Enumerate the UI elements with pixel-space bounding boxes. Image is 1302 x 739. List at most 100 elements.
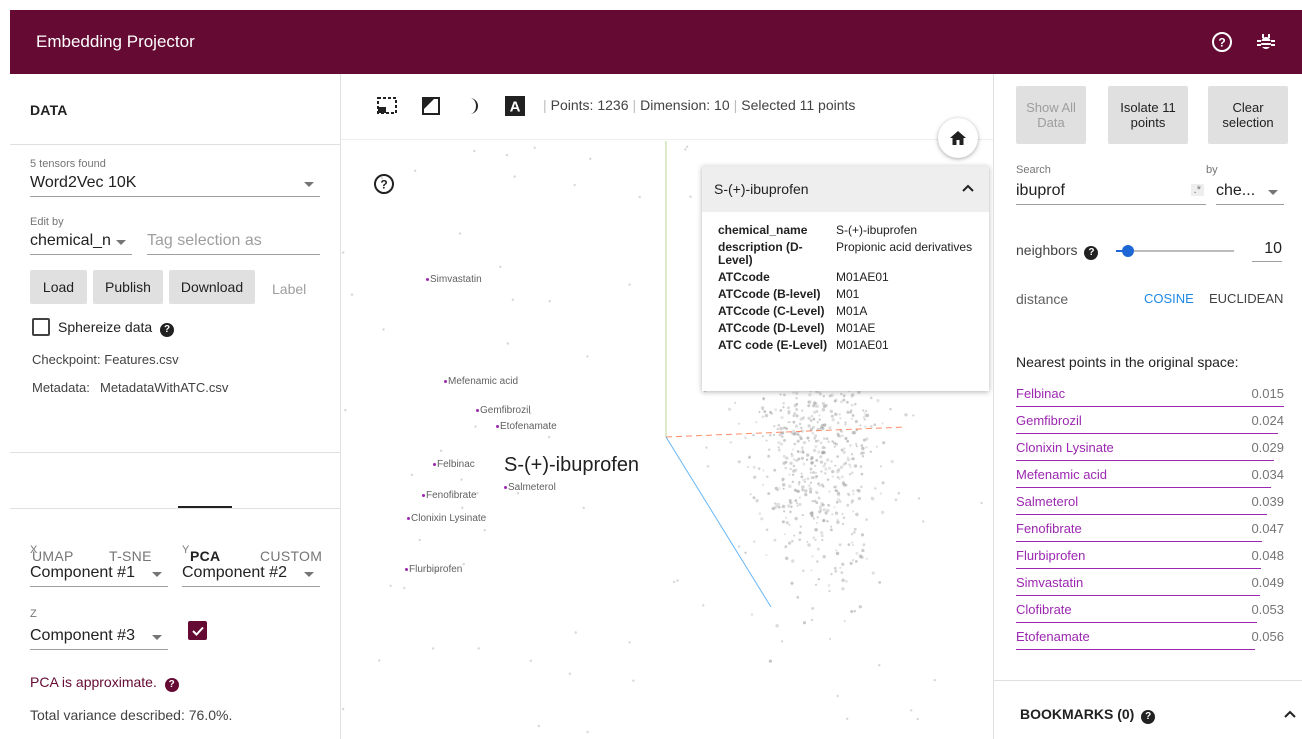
moon-icon[interactable] xyxy=(462,95,484,117)
tab-tsne[interactable]: T-SNE xyxy=(109,548,152,564)
nearest-point-row[interactable]: Gemfibrozil 0.024 xyxy=(1016,409,1284,436)
data-point xyxy=(684,148,687,151)
x-component-select[interactable]: Component #1 xyxy=(30,564,168,587)
distance-euclidean-option[interactable]: EUCLIDEAN xyxy=(1209,291,1283,306)
nearest-point-row[interactable]: Fenofibrate 0.047 xyxy=(1016,517,1284,544)
data-point xyxy=(780,416,784,420)
help-icon[interactable]: ? xyxy=(1084,245,1099,260)
nearest-point-row[interactable]: Etofenamate 0.056 xyxy=(1016,625,1284,652)
point-label[interactable]: Mefenamic acid xyxy=(444,376,518,387)
search-input[interactable]: ibuprof .* xyxy=(1016,182,1206,205)
edit-by-select[interactable]: chemical_n xyxy=(30,232,132,255)
help-icon[interactable]: ? xyxy=(160,322,175,337)
nearest-point-name[interactable]: Salmeterol xyxy=(1016,494,1078,509)
z-component-select[interactable]: Component #3 xyxy=(30,627,168,650)
nearest-point-row[interactable]: Clonixin Lysinate 0.029 xyxy=(1016,436,1284,463)
help-icon[interactable]: ? xyxy=(1210,30,1234,54)
publish-button[interactable]: Publish xyxy=(93,270,163,304)
data-point xyxy=(802,451,805,454)
nearest-point-row[interactable]: Mefenamic acid 0.034 xyxy=(1016,463,1284,490)
neighbors-count-input[interactable]: 10 xyxy=(1252,240,1282,262)
data-point xyxy=(755,498,759,503)
search-by-select[interactable]: che... xyxy=(1216,182,1284,205)
nearest-point-name[interactable]: Gemfibrozil xyxy=(1016,413,1082,428)
bug-report-icon[interactable] xyxy=(1254,30,1278,54)
show-all-data-button[interactable]: Show All Data xyxy=(1016,86,1086,144)
label-button[interactable]: Label xyxy=(272,281,306,297)
point-label[interactable]: Flurbiprofen xyxy=(405,564,462,575)
data-point xyxy=(809,467,813,471)
z-component-checkbox[interactable] xyxy=(188,621,207,640)
data-point xyxy=(727,407,732,411)
nearest-point-row[interactable]: Felbinac 0.015 xyxy=(1016,382,1284,409)
data-point xyxy=(734,401,737,404)
tensor-select[interactable]: Word2Vec 10K xyxy=(30,174,320,197)
point-label[interactable]: Etofenamate xyxy=(496,421,557,432)
data-point xyxy=(778,487,781,490)
point-label[interactable]: Felbinac xyxy=(433,459,475,470)
nearest-point-row[interactable]: Salmeterol 0.039 xyxy=(1016,490,1284,517)
nearest-point-name[interactable]: Clonixin Lysinate xyxy=(1016,440,1114,455)
nearest-point-name[interactable]: Etofenamate xyxy=(1016,629,1090,644)
data-point xyxy=(809,511,813,516)
chevron-up-icon[interactable] xyxy=(961,183,975,193)
regex-icon[interactable]: .* xyxy=(1190,184,1204,196)
point-label[interactable]: Simvastatin xyxy=(426,274,482,285)
tab-pca[interactable]: PCA xyxy=(190,548,220,564)
metadata-card-header[interactable]: S-(+)-ibuprofen xyxy=(702,166,989,212)
help-icon[interactable]: ? xyxy=(164,677,179,692)
data-point xyxy=(752,496,756,500)
tab-umap[interactable]: UMAP xyxy=(32,548,74,564)
point-label[interactable]: Gemfibrozil xyxy=(476,405,531,416)
clear-selection-button[interactable]: Clear selection xyxy=(1208,86,1288,144)
tensors-found-label: 5 tensors found xyxy=(30,158,106,170)
tab-custom[interactable]: CUSTOM xyxy=(260,548,322,564)
tag-selection-input[interactable]: Tag selection as xyxy=(147,232,320,255)
neighbors-slider-thumb[interactable] xyxy=(1121,245,1134,257)
isolate-points-button[interactable]: Isolate 11 points xyxy=(1108,86,1188,144)
y-component-select[interactable]: Component #2 xyxy=(182,564,320,587)
load-button[interactable]: Load xyxy=(30,270,87,304)
data-point xyxy=(814,528,818,532)
data-point xyxy=(851,559,855,562)
help-icon[interactable]: ? xyxy=(373,173,395,200)
nearest-point-row[interactable]: Flurbiprofen 0.048 xyxy=(1016,544,1284,571)
sphereize-checkbox[interactable] xyxy=(32,318,50,336)
distance-cosine-option[interactable]: COSINE xyxy=(1144,291,1194,306)
home-button[interactable] xyxy=(938,118,978,158)
selection-box-icon[interactable] xyxy=(376,95,398,117)
chevron-up-icon[interactable] xyxy=(1284,710,1296,719)
data-point xyxy=(818,414,821,417)
nearest-point-name[interactable]: Flurbiprofen xyxy=(1016,548,1085,563)
data-point xyxy=(826,520,829,523)
data-point xyxy=(839,417,842,420)
nearest-point-row[interactable]: Simvastatin 0.049 xyxy=(1016,571,1284,598)
data-point xyxy=(506,342,509,345)
neighbors-slider-track[interactable] xyxy=(1116,245,1234,257)
data-point xyxy=(772,433,776,437)
data-point xyxy=(513,175,516,178)
nearest-point-name[interactable]: Fenofibrate xyxy=(1016,521,1082,536)
nearest-point-name[interactable]: Felbinac xyxy=(1016,386,1065,401)
metadata-key: chemical_name xyxy=(718,223,808,237)
data-point xyxy=(850,541,854,544)
night-mode-contrast-icon[interactable] xyxy=(420,95,442,117)
download-button[interactable]: Download xyxy=(169,270,255,304)
nearest-point-distance: 0.048 xyxy=(1251,548,1284,563)
point-label[interactable]: Fenofibrate xyxy=(422,490,477,501)
nearest-point-name[interactable]: Simvastatin xyxy=(1016,575,1083,590)
nearest-point-name[interactable]: Mefenamic acid xyxy=(1016,467,1107,482)
help-icon[interactable]: ? xyxy=(1141,709,1156,724)
point-label[interactable]: Salmeterol xyxy=(504,482,556,493)
labels-toggle-icon[interactable]: A xyxy=(504,95,526,117)
projector-canvas[interactable]: A | Points: 1236 | Dimension: 10 | Selected 1… xyxy=(341,74,993,739)
sphereize-label: Sphereize data ? xyxy=(58,319,175,337)
data-point xyxy=(835,551,840,556)
data-point xyxy=(818,418,821,421)
data-point xyxy=(856,489,859,492)
point-label[interactable]: Clonixin Lysinate xyxy=(407,513,486,524)
nearest-point-name[interactable]: Clofibrate xyxy=(1016,602,1072,617)
nearest-point-row[interactable]: Clofibrate 0.053 xyxy=(1016,598,1284,625)
data-point xyxy=(798,422,802,426)
bookmarks-header[interactable]: BOOKMARKS (0) ? xyxy=(1020,706,1156,724)
